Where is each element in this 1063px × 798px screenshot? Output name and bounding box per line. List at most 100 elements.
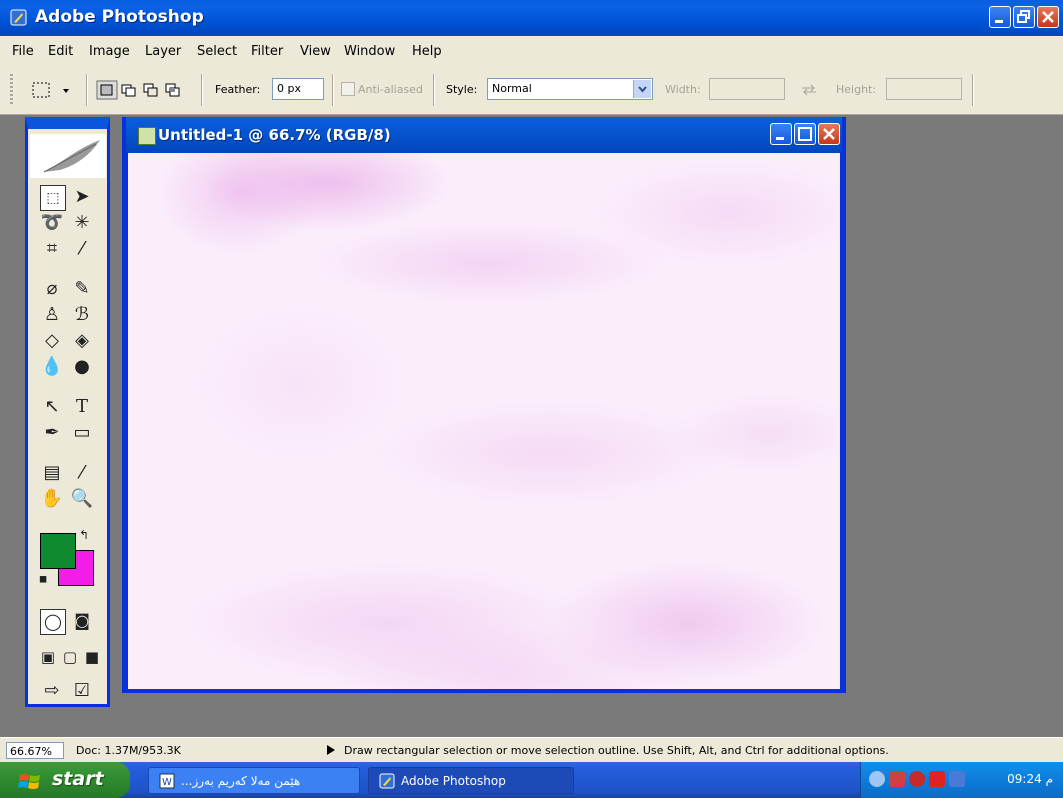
marquee-tool-icon[interactable]: ⬚ xyxy=(40,185,66,211)
system-tray: 09:24 م xyxy=(860,762,1063,798)
menu-select[interactable]: Select xyxy=(197,44,237,59)
default-colors-icon[interactable]: ◼ xyxy=(36,573,50,587)
foreground-color-swatch[interactable] xyxy=(40,533,76,569)
taskbar-item-label: ...هێمن مەلا کەریم بەرز xyxy=(181,774,301,788)
style-select[interactable]: Normal xyxy=(487,78,653,100)
feather-logo xyxy=(30,134,106,178)
close-icon xyxy=(1042,11,1054,23)
taskbar-item-photoshop[interactable]: Adobe Photoshop xyxy=(368,767,574,794)
feather-input[interactable]: 0 px xyxy=(272,78,324,100)
crop-tool-icon[interactable]: ⌗ xyxy=(40,237,64,261)
tray-acrobat-icon[interactable] xyxy=(929,771,945,787)
restore-button[interactable] xyxy=(1013,6,1035,28)
status-message: Draw rectangular selection or move selec… xyxy=(344,744,889,757)
rectangle-tool-icon[interactable]: ▭ xyxy=(70,421,94,445)
clock: 09:24 م xyxy=(1007,772,1053,786)
photoshop-icon xyxy=(379,773,395,789)
dodge-tool-icon[interactable]: ● xyxy=(70,355,94,379)
width-label: Width: xyxy=(665,83,701,96)
paint-bucket-icon[interactable]: ◈ xyxy=(70,329,94,353)
options-grip[interactable] xyxy=(10,74,13,106)
close-icon xyxy=(823,128,835,140)
menu-help[interactable]: Help xyxy=(412,44,442,59)
image-canvas[interactable] xyxy=(128,153,840,689)
lasso-tool-icon[interactable]: ➰ xyxy=(40,211,64,235)
doc-maximize-button[interactable] xyxy=(794,123,816,145)
document-title-bar[interactable]: Untitled-1 @ 66.7% (RGB/8) xyxy=(126,117,842,153)
minimize-icon xyxy=(995,20,1003,23)
minimize-icon xyxy=(776,137,784,140)
windows-flag-icon xyxy=(18,774,40,789)
tray-app-icon[interactable] xyxy=(949,771,965,787)
menu-bar: File Edit Image Layer Select Filter View… xyxy=(0,36,1063,67)
standard-mode-icon[interactable]: ◯ xyxy=(40,609,66,635)
width-input[interactable] xyxy=(709,78,785,100)
edit-in-imageready-icon[interactable]: ☑ xyxy=(70,679,94,703)
app-title-bar: Adobe Photoshop xyxy=(0,0,1063,36)
taskbar: start W ...هێمن مەلا کەریم بەرز Adobe Ph… xyxy=(0,762,1063,798)
screen-mode-full-icon[interactable]: ■ xyxy=(80,645,104,669)
jump-to-imageready-icon[interactable]: ⇨ xyxy=(40,679,64,703)
pen-tool-icon[interactable]: ✒ xyxy=(40,421,64,445)
minimize-button[interactable] xyxy=(989,6,1011,28)
menu-layer[interactable]: Layer xyxy=(145,44,181,59)
height-input[interactable] xyxy=(886,78,962,100)
brush-tool-icon[interactable]: ✎ xyxy=(70,277,94,301)
blur-tool-icon[interactable]: 💧 xyxy=(40,355,64,379)
menu-view[interactable]: View xyxy=(300,44,331,59)
selection-mode-icons[interactable] xyxy=(96,80,188,100)
menu-edit[interactable]: Edit xyxy=(48,44,73,59)
doc-close-button[interactable] xyxy=(818,123,840,145)
taskbar-item-word[interactable]: W ...هێمن مەلا کەریم بەرز xyxy=(148,767,360,794)
eraser-tool-icon[interactable]: ◇ xyxy=(40,329,64,353)
notes-tool-icon[interactable]: ▤ xyxy=(40,461,64,485)
menu-file[interactable]: File xyxy=(12,44,34,59)
menu-image[interactable]: Image xyxy=(89,44,130,59)
hand-tool-icon[interactable]: ✋ xyxy=(40,487,64,511)
marquee-preset-icon[interactable] xyxy=(32,82,72,100)
status-bar: 66.67% Doc: 1.37M/953.3K Draw rectangula… xyxy=(0,737,1063,763)
history-brush-icon[interactable]: ℬ xyxy=(70,303,94,327)
doc-size-info[interactable]: Doc: 1.37M/953.3K xyxy=(76,744,181,757)
document-window: Untitled-1 @ 66.7% (RGB/8) xyxy=(122,117,846,693)
tray-back-icon[interactable] xyxy=(869,771,885,787)
quick-mask-icon[interactable]: ◙ xyxy=(70,609,94,633)
slice-tool-icon[interactable]: ⁄ xyxy=(70,237,94,261)
tray-antivirus-icon[interactable] xyxy=(909,771,925,787)
style-label: Style: xyxy=(446,83,478,96)
app-title: Adobe Photoshop xyxy=(35,7,204,27)
swap-dimensions-icon[interactable] xyxy=(800,84,818,96)
start-label: start xyxy=(52,768,104,790)
start-button[interactable]: start xyxy=(0,762,130,798)
screen-mode-standard-icon[interactable]: ▣ xyxy=(36,645,60,669)
close-button[interactable] xyxy=(1037,6,1059,28)
zoom-tool-icon[interactable]: 🔍 xyxy=(70,487,94,511)
healing-brush-icon[interactable]: ⌀ xyxy=(40,277,64,301)
restore-icon xyxy=(1017,10,1030,23)
screen-mode-full-menu-icon[interactable]: ▢ xyxy=(58,645,82,669)
zoom-field[interactable]: 66.67% xyxy=(6,742,64,759)
antialiased-label: Anti-aliased xyxy=(358,83,423,96)
style-select-value: Normal xyxy=(492,82,532,95)
height-label: Height: xyxy=(836,83,877,96)
swap-colors-icon[interactable]: ↰ xyxy=(76,527,92,543)
toolbox: ⬚ ➤ ➰ ✳ ⌗ ⁄ ⌀ ✎ ♙ ℬ ◇ ◈ 💧 ● ↖ T ✒ ▭ ▤ ⁄ … xyxy=(25,117,110,707)
antialiased-checkbox[interactable] xyxy=(341,82,355,96)
move-tool-icon[interactable]: ➤ xyxy=(70,185,94,209)
path-selection-icon[interactable]: ↖ xyxy=(40,395,64,419)
word-icon: W xyxy=(159,773,175,789)
menu-window[interactable]: Window xyxy=(344,44,395,59)
doc-minimize-button[interactable] xyxy=(770,123,792,145)
eyedropper-icon[interactable]: ⁄ xyxy=(70,461,94,485)
document-title: Untitled-1 @ 66.7% (RGB/8) xyxy=(158,126,391,144)
magic-wand-icon[interactable]: ✳ xyxy=(70,211,94,235)
chevron-down-icon xyxy=(633,80,651,98)
status-arrow-icon[interactable] xyxy=(326,744,336,756)
type-tool-icon[interactable]: T xyxy=(70,395,94,419)
options-bar: Feather: 0 px Anti-aliased Style: Normal… xyxy=(0,66,1063,115)
clone-stamp-icon[interactable]: ♙ xyxy=(40,303,64,327)
tray-network-icon[interactable] xyxy=(889,771,905,787)
photoshop-icon xyxy=(10,9,27,26)
taskbar-item-label: Adobe Photoshop xyxy=(401,774,506,788)
menu-filter[interactable]: Filter xyxy=(251,44,283,59)
